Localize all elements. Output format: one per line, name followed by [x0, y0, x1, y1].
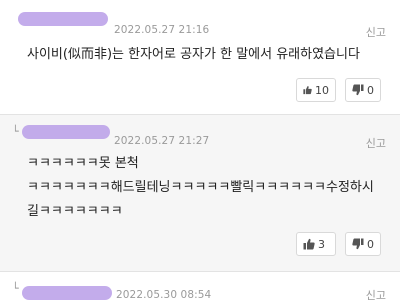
redacted-nickname — [22, 125, 110, 139]
comment-date: 2022.05.27 21:16 — [114, 24, 210, 36]
like-count: 10 — [315, 83, 329, 97]
reply-comment: └ 2022.05.27 21:27 신고 ㅋㅋㅋㅋㅋㅋ못 본척 ㅋㅋㅋㅋㅋㅋㅋ… — [0, 115, 400, 271]
comment-date: 2022.05.30 08:54 — [116, 289, 212, 301]
redacted-nickname — [18, 12, 108, 26]
comment-text: 사이비(似而非)는 한자어로 공자가 한 말에서 유래하였습니다 — [27, 47, 360, 62]
comment-text-line: ㅋㅋㅋㅋㅋㅋ못 본척 — [27, 156, 139, 171]
thumbs-down-icon — [352, 238, 364, 250]
comment-date: 2022.05.27 21:27 — [114, 135, 210, 147]
comment: 2022.05.27 21:16 신고 사이비(似而非)는 한자어로 공자가 한… — [0, 0, 400, 114]
report-link[interactable]: 신고 — [366, 287, 386, 303]
comment-text-line: ㅋㅋㅋㅋㅋㅋㅋ해드릴테닝ㅋㅋㅋㅋㅋ빨릭ㅋㅋㅋㅋㅋㅋ수정하시 — [27, 180, 374, 195]
dislike-count: 0 — [367, 83, 374, 97]
report-link[interactable]: 신고 — [366, 135, 386, 151]
thumbs-down-icon — [352, 84, 364, 96]
like-count: 3 — [318, 237, 325, 251]
thumbs-up-icon — [303, 86, 312, 95]
report-link[interactable]: 신고 — [366, 24, 386, 40]
dislike-button[interactable]: 0 — [345, 78, 381, 102]
reply-arrow-icon: └ — [12, 125, 19, 138]
like-button[interactable]: 3 — [296, 232, 336, 256]
redacted-nickname — [22, 286, 112, 300]
dislike-button[interactable]: 0 — [345, 232, 381, 256]
reply-comment: └ 2022.05.30 08:54 신고 — [0, 272, 400, 303]
dislike-count: 0 — [367, 237, 374, 251]
thumbs-up-icon — [303, 238, 315, 250]
comment-text-line: 길ㅋㅋㅋㅋㅋㅋㅋ — [27, 204, 123, 219]
reply-arrow-icon: └ — [12, 282, 19, 295]
like-button[interactable]: 10 — [296, 78, 336, 102]
